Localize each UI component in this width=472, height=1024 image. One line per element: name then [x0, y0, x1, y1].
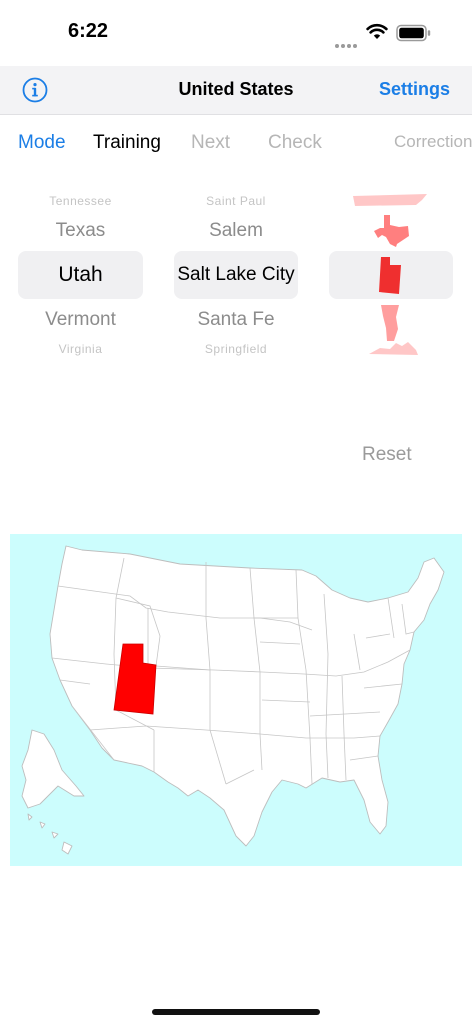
reset-button[interactable]: Reset [362, 444, 412, 466]
picker-row[interactable]: Vermont [18, 309, 143, 331]
picker-row[interactable]: Springfield [174, 342, 298, 356]
status-bar: 6:22 [0, 0, 472, 66]
navigation-bar: United States Settings [0, 66, 472, 115]
status-time: 6:22 [68, 20, 109, 42]
picker-row[interactable]: Virginia [18, 342, 143, 356]
vermont-shape-icon[interactable] [379, 304, 401, 342]
mode-toolbar: Mode Training Next Check Correction [0, 132, 472, 158]
check-button[interactable]: Check [268, 132, 322, 154]
training-button[interactable]: Training [93, 132, 161, 154]
battery-icon [396, 24, 431, 42]
picker-row[interactable]: Saint Paul [174, 194, 298, 208]
settings-button[interactable]: Settings [379, 79, 450, 100]
signal-dots-icon [335, 35, 359, 53]
picker-row-selected[interactable]: Salt Lake City [174, 264, 298, 286]
next-button[interactable]: Next [191, 132, 230, 154]
home-indicator [152, 1009, 320, 1015]
us-map[interactable] [10, 534, 462, 866]
picker-row-selected[interactable]: Utah [18, 263, 143, 287]
correction-button[interactable]: Correction [394, 132, 472, 152]
utah-shape-icon[interactable] [378, 256, 404, 296]
picker-row[interactable]: Texas [18, 220, 143, 242]
mode-button[interactable]: Mode [18, 132, 66, 154]
us-map-drawing[interactable] [10, 534, 462, 866]
virginia-shape-icon[interactable] [366, 340, 420, 356]
picker-row[interactable]: Tennessee [18, 194, 143, 208]
wifi-icon [366, 24, 388, 39]
tennessee-shape-icon[interactable] [350, 192, 430, 208]
texas-shape-icon[interactable] [372, 214, 412, 248]
picker-row[interactable]: Santa Fe [174, 309, 298, 331]
picker-row[interactable]: Salem [174, 220, 298, 242]
